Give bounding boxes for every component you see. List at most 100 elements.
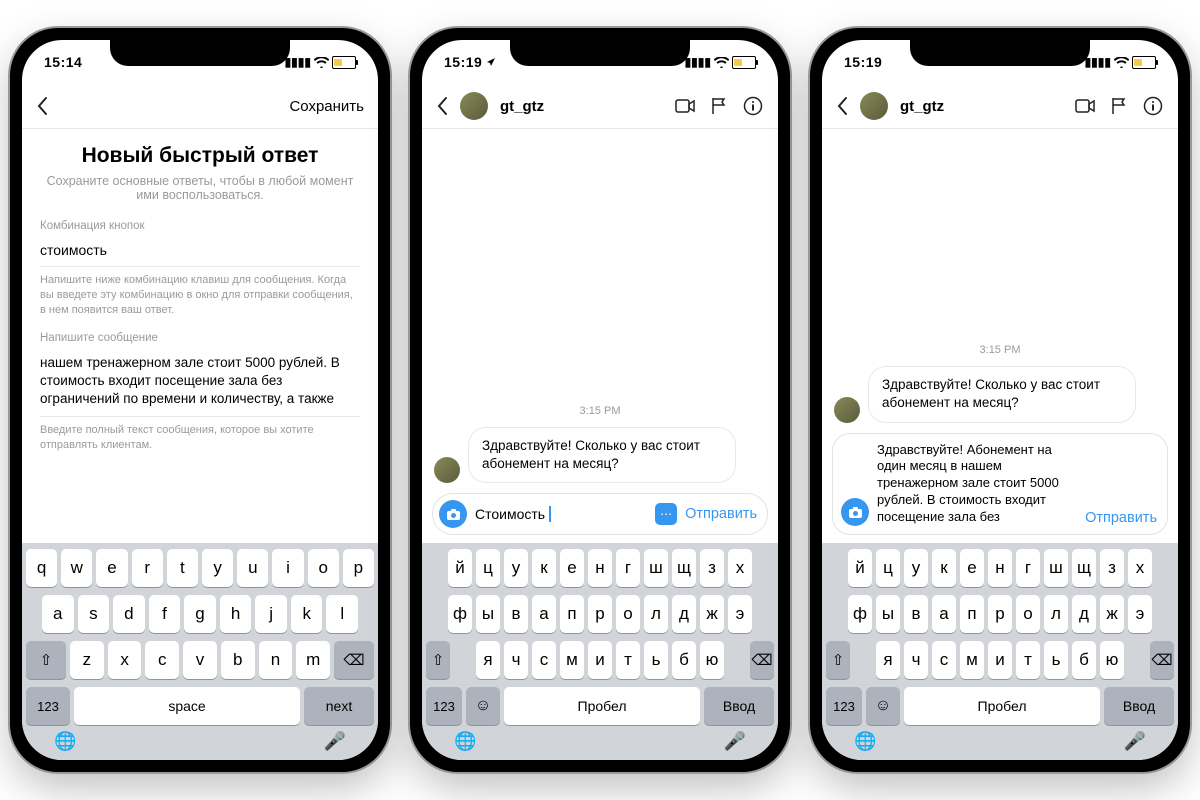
numeric-key[interactable]: 123 (826, 687, 862, 725)
message-input[interactable]: нашем тренажерном зале стоит 5000 рублей… (40, 344, 360, 418)
mic-icon[interactable]: 🎤 (324, 731, 346, 752)
key-a[interactable]: a (42, 595, 74, 633)
send-button[interactable]: Отправить (1085, 510, 1157, 526)
avatar[interactable] (460, 92, 488, 120)
key-в[interactable]: в (504, 595, 528, 633)
key-щ[interactable]: щ (672, 549, 696, 587)
back-button[interactable] (36, 96, 48, 116)
back-button[interactable] (836, 96, 848, 116)
backspace-key[interactable]: ⌫ (1150, 641, 1174, 679)
sender-avatar[interactable] (434, 457, 460, 483)
key-ы[interactable]: ы (876, 595, 900, 633)
key-о[interactable]: о (1016, 595, 1040, 633)
key-д[interactable]: д (1072, 595, 1096, 633)
key-я[interactable]: я (876, 641, 900, 679)
key-ш[interactable]: ш (1044, 549, 1068, 587)
key-н[interactable]: н (988, 549, 1012, 587)
save-button[interactable]: Сохранить (289, 98, 364, 115)
camera-button[interactable] (841, 498, 869, 526)
key-s[interactable]: s (78, 595, 110, 633)
mic-icon[interactable]: 🎤 (724, 731, 746, 752)
key-к[interactable]: к (932, 549, 956, 587)
key-с[interactable]: с (932, 641, 956, 679)
key-q[interactable]: q (26, 549, 57, 587)
compose-text[interactable]: Здравствуйте! Абонемент на один месяц в … (877, 442, 1077, 526)
key-ч[interactable]: ч (504, 641, 528, 679)
key-и[interactable]: и (988, 641, 1012, 679)
numeric-key[interactable]: 123 (26, 687, 70, 725)
key-п[interactable]: п (560, 595, 584, 633)
key-ж[interactable]: ж (1100, 595, 1124, 633)
flag-icon[interactable] (708, 95, 730, 117)
key-я[interactable]: я (476, 641, 500, 679)
key-р[interactable]: р (988, 595, 1012, 633)
return-key[interactable]: next (304, 687, 374, 725)
backspace-key[interactable]: ⌫ (750, 641, 774, 679)
key-е[interactable]: е (960, 549, 984, 587)
key-г[interactable]: г (1016, 549, 1040, 587)
key-н[interactable]: н (588, 549, 612, 587)
key-ю[interactable]: ю (700, 641, 724, 679)
key-m[interactable]: m (296, 641, 330, 679)
backspace-key[interactable]: ⌫ (334, 641, 374, 679)
key-z[interactable]: z (70, 641, 104, 679)
avatar[interactable] (860, 92, 888, 120)
key-n[interactable]: n (259, 641, 293, 679)
compose-bar[interactable]: Здравствуйте! Абонемент на один месяц в … (832, 433, 1168, 535)
space-key[interactable]: Пробел (904, 687, 1100, 725)
key-о[interactable]: о (616, 595, 640, 633)
key-м[interactable]: м (960, 641, 984, 679)
key-к[interactable]: к (532, 549, 556, 587)
globe-icon[interactable]: 🌐 (54, 731, 76, 752)
info-icon[interactable] (742, 95, 764, 117)
key-ч[interactable]: ч (904, 641, 928, 679)
emoji-key[interactable]: ☺ (466, 687, 500, 725)
key-c[interactable]: c (145, 641, 179, 679)
key-й[interactable]: й (448, 549, 472, 587)
key-t[interactable]: t (167, 549, 198, 587)
key-w[interactable]: w (61, 549, 92, 587)
key-й[interactable]: й (848, 549, 872, 587)
key-ж[interactable]: ж (700, 595, 724, 633)
key-ы[interactable]: ы (476, 595, 500, 633)
shift-key[interactable]: ⇧ (826, 641, 850, 679)
mic-icon[interactable]: 🎤 (1124, 731, 1146, 752)
key-м[interactable]: м (560, 641, 584, 679)
key-з[interactable]: з (1100, 549, 1124, 587)
key-р[interactable]: р (588, 595, 612, 633)
return-key[interactable]: Ввод (704, 687, 774, 725)
shift-key[interactable]: ⇧ (26, 641, 66, 679)
keyboard[interactable]: йцукенгшщзх фывапролджэ ⇧ ячсмитьбю ⌫ 12… (422, 543, 778, 760)
key-p[interactable]: p (343, 549, 374, 587)
key-ф[interactable]: ф (848, 595, 872, 633)
key-j[interactable]: j (255, 595, 287, 633)
shortcut-input[interactable]: стоимость (40, 232, 360, 267)
key-ф[interactable]: ф (448, 595, 472, 633)
globe-icon[interactable]: 🌐 (454, 731, 476, 752)
sender-avatar[interactable] (834, 397, 860, 423)
key-у[interactable]: у (904, 549, 928, 587)
key-з[interactable]: з (700, 549, 724, 587)
key-ь[interactable]: ь (1044, 641, 1068, 679)
key-и[interactable]: и (588, 641, 612, 679)
key-э[interactable]: э (728, 595, 752, 633)
flag-icon[interactable] (1108, 95, 1130, 117)
quick-reply-icon[interactable]: ⋯ (655, 503, 677, 525)
key-х[interactable]: х (728, 549, 752, 587)
key-б[interactable]: б (1072, 641, 1096, 679)
key-ш[interactable]: ш (644, 549, 668, 587)
key-т[interactable]: т (616, 641, 640, 679)
key-г[interactable]: г (616, 549, 640, 587)
key-а[interactable]: а (532, 595, 556, 633)
key-л[interactable]: л (644, 595, 668, 633)
key-o[interactable]: o (308, 549, 339, 587)
key-е[interactable]: е (560, 549, 584, 587)
key-ц[interactable]: ц (876, 549, 900, 587)
keyboard[interactable]: йцукенгшщзх фывапролджэ ⇧ ячсмитьбю ⌫ 12… (822, 543, 1178, 760)
numeric-key[interactable]: 123 (426, 687, 462, 725)
return-key[interactable]: Ввод (1104, 687, 1174, 725)
key-у[interactable]: у (504, 549, 528, 587)
key-щ[interactable]: щ (1072, 549, 1096, 587)
info-icon[interactable] (1142, 95, 1164, 117)
key-т[interactable]: т (1016, 641, 1040, 679)
